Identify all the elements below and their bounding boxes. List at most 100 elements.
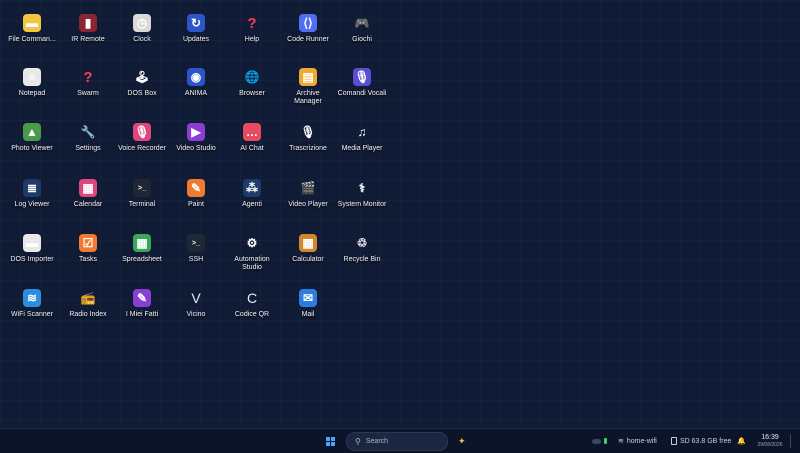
app-calendar[interactable]: ▦ Calendar	[63, 179, 113, 209]
vicino-icon: V	[191, 290, 201, 306]
app-label: Tasks	[79, 256, 97, 263]
app-voice-recorder[interactable]: 🎙 Voice Recorder	[117, 123, 167, 153]
app-label: Code Runner	[287, 36, 329, 43]
toggle-icon	[592, 438, 601, 444]
show-desktop-icon[interactable]	[790, 429, 791, 453]
battery-indicator[interactable]	[592, 429, 607, 453]
app-label: Automation Studio	[234, 256, 270, 271]
windows-logo-icon	[326, 436, 335, 446]
app-i-miei-fatti[interactable]: ✎ I Miei Fatti	[117, 289, 167, 319]
storage-text: SD 63.8 GB free	[680, 437, 732, 445]
app-label: DOS Box	[127, 90, 157, 97]
notepad-icon: ≡	[23, 68, 41, 86]
storage-status[interactable]: SD 63.8 GB free	[671, 429, 731, 453]
music-icon: ♫	[357, 125, 367, 139]
app-label: Trascrizione	[289, 145, 327, 152]
question-icon: ?	[247, 14, 257, 32]
app-agenti[interactable]: ⁂ Agenti	[227, 179, 277, 209]
app-label: Voice Recorder	[118, 145, 166, 152]
app-label: Media Player	[341, 145, 383, 152]
app-tasks[interactable]: ☑ Tasks	[63, 234, 113, 264]
app-label: Recycle Bin	[343, 256, 381, 263]
app-wifi-scanner[interactable]: ≋ WiFi Scanner	[7, 289, 57, 319]
app-ssh[interactable]: >_ SSH	[171, 234, 221, 264]
calendar-icon: ▦	[79, 179, 97, 197]
spreadsheet-icon: ▦	[133, 234, 151, 252]
app-label: Swarm	[77, 90, 99, 97]
app-label: AI Chat	[240, 145, 264, 152]
app-label: I Miei Fatti	[125, 311, 159, 318]
app-photo-viewer[interactable]: ▲ Photo Viewer	[7, 123, 57, 153]
start-button[interactable]	[326, 429, 335, 453]
microphone-icon: 🎙	[353, 68, 371, 86]
chat-icon: …	[243, 123, 261, 141]
app-paint[interactable]: ✎ Paint	[171, 179, 221, 209]
mail-icon: ✉	[299, 289, 317, 307]
app-label: DOS Importer	[10, 256, 54, 263]
app-label: Calculator	[292, 256, 324, 263]
wifi-status[interactable]: ≋ home-wifi	[618, 429, 657, 453]
globe-icon: 🌐	[244, 70, 260, 84]
app-label: Browser	[239, 90, 265, 97]
app-label: Archive Manager	[294, 90, 322, 105]
app-label: Notepad	[18, 90, 46, 97]
app-dos-importer[interactable]: ▬ DOS Importer	[7, 234, 57, 264]
app-anima[interactable]: ◉ ANIMA	[171, 68, 221, 98]
app-automation-studio[interactable]: ⚙ Automation Studio	[227, 234, 277, 272]
app-calculator[interactable]: ▦ Calculator	[283, 234, 333, 264]
app-trascrizione[interactable]: 🎙 Trascrizione	[283, 123, 333, 153]
app-updates[interactable]: ↻ Updates	[171, 14, 221, 44]
app-label: Vicino	[186, 311, 206, 318]
stethoscope-icon: ⚕	[358, 181, 366, 195]
sparkle-icon[interactable]: ✦	[458, 429, 466, 453]
app-ai-chat[interactable]: … AI Chat	[227, 123, 277, 153]
app-code-runner[interactable]: ⟨⟩ Code Runner	[283, 14, 333, 44]
code-icon: ⟨⟩	[299, 14, 317, 32]
app-comandi-vocali[interactable]: 🎙 Comandi Vocali	[337, 68, 387, 98]
app-label: Agenti	[242, 201, 262, 208]
app-file-comman[interactable]: ▬ File Comman...	[7, 14, 57, 44]
app-help[interactable]: ? Help	[227, 14, 277, 44]
qr-icon: C	[246, 290, 258, 306]
wifi-name: home-wifi	[626, 437, 657, 445]
app-archive-manager[interactable]: ▤ Archive Manager	[283, 68, 333, 106]
app-label: Help	[244, 36, 260, 43]
gamepad-icon: 🎮	[354, 16, 370, 30]
date-text: 29/08/2026	[757, 442, 783, 448]
app-vicino[interactable]: V Vicino	[171, 289, 221, 319]
app-label: Mail	[301, 311, 315, 318]
wifi-icon: ≋	[23, 289, 41, 307]
app-video-studio[interactable]: ▶ Video Studio	[171, 123, 221, 153]
joystick-icon: 🕹	[134, 70, 150, 84]
wrench-icon: 🔧	[80, 125, 96, 139]
app-radio-index[interactable]: 📻 Radio Index	[63, 289, 113, 319]
app-label: Settings	[75, 145, 101, 152]
app-label: System Monitor	[337, 201, 387, 208]
app-media-player[interactable]: ♫ Media Player	[337, 123, 387, 153]
bell-icon[interactable]: 🔔	[737, 429, 746, 453]
remote-icon: ▮	[79, 14, 97, 32]
app-notepad[interactable]: ≡ Notepad	[7, 68, 57, 98]
app-log-viewer[interactable]: ≣ Log Viewer	[7, 179, 57, 209]
app-terminal[interactable]: >_ Terminal	[117, 179, 167, 209]
taskbar: ⚲ Search ✦ ≋ home-wifi SD 63.8 GB free 🔔…	[0, 428, 800, 453]
app-label: Spreadsheet	[122, 256, 162, 263]
app-dos-box[interactable]: 🕹 DOS Box	[117, 68, 167, 98]
clock-widget[interactable]: 16:39 29/08/2026	[752, 429, 788, 453]
app-swarm[interactable]: ? Swarm	[63, 68, 113, 98]
app-giochi[interactable]: 🎮 Giochi	[337, 14, 387, 44]
search-input[interactable]: ⚲ Search	[346, 432, 448, 451]
app-video-player[interactable]: 🎬 Video Player	[283, 179, 333, 209]
app-mail[interactable]: ✉ Mail	[283, 289, 333, 319]
app-spreadsheet[interactable]: ▦ Spreadsheet	[117, 234, 167, 264]
app-recycle-bin[interactable]: ♲ Recycle Bin	[337, 234, 387, 264]
app-label: Clock	[133, 36, 151, 43]
app-ir-remote[interactable]: ▮ IR Remote	[63, 14, 113, 44]
app-label: Video Player	[288, 201, 328, 208]
terminal-icon: >_	[133, 179, 151, 197]
app-system-monitor[interactable]: ⚕ System Monitor	[337, 179, 387, 209]
app-codice-qr[interactable]: C Codice QR	[227, 289, 277, 319]
app-settings[interactable]: 🔧 Settings	[63, 123, 113, 153]
app-clock[interactable]: ◷ Clock	[117, 14, 167, 44]
app-browser[interactable]: 🌐 Browser	[227, 68, 277, 98]
